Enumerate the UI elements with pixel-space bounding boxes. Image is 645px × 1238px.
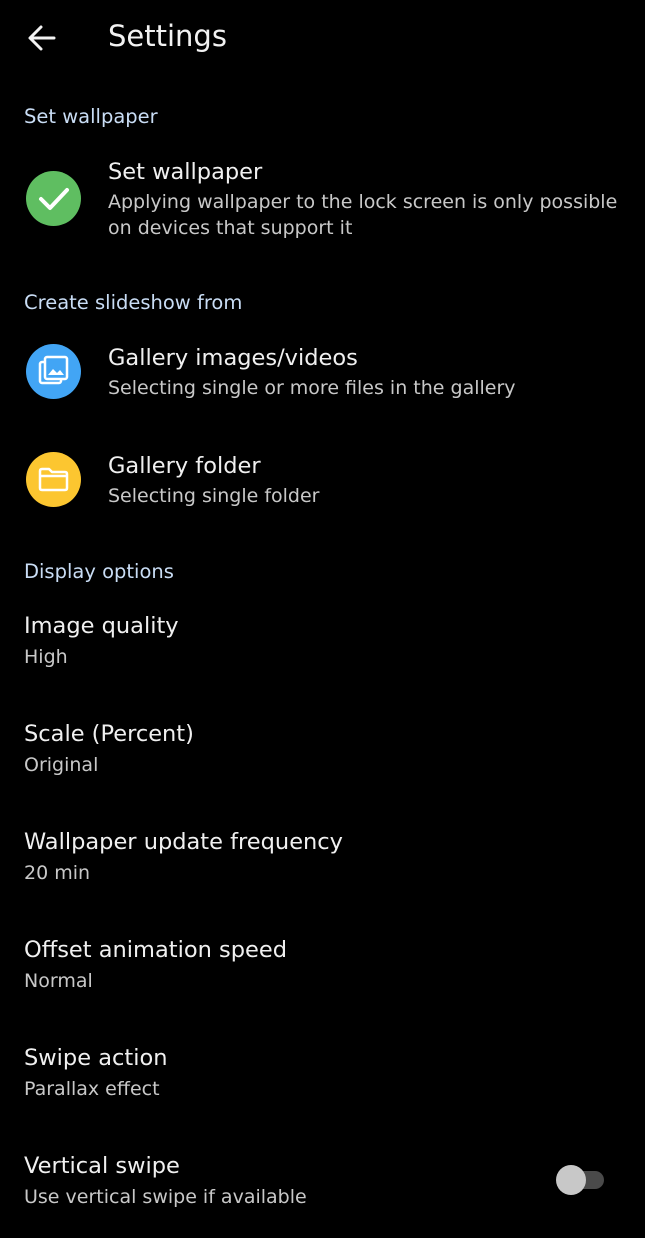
gallery-icon-circle: [26, 344, 81, 399]
scale-item[interactable]: Scale (Percent) Original: [0, 708, 645, 800]
gallery-folder-item[interactable]: Gallery folder Selecting single folder: [0, 438, 645, 522]
section-header-set-wallpaper: Set wallpaper: [24, 105, 158, 128]
update-frequency-item[interactable]: Wallpaper update frequency 20 min: [0, 816, 645, 908]
set-wallpaper-title: Set wallpaper: [108, 159, 263, 185]
scale-value: Original: [24, 754, 99, 776]
set-wallpaper-subtitle-line2: on devices that support it: [108, 217, 353, 239]
animation-speed-title: Offset animation speed: [24, 937, 287, 963]
gallery-folder-title: Gallery folder: [108, 453, 261, 479]
gallery-images-videos-title: Gallery images/videos: [108, 345, 358, 371]
update-frequency-title: Wallpaper update frequency: [24, 829, 343, 855]
vertical-swipe-title: Vertical swipe: [24, 1153, 180, 1179]
image-quality-item[interactable]: Image quality High: [0, 600, 645, 692]
gallery-images-videos-item[interactable]: Gallery images/videos Selecting single o…: [0, 330, 645, 414]
swipe-action-item[interactable]: Swipe action Parallax effect: [0, 1032, 645, 1124]
section-header-display-options: Display options: [24, 560, 174, 583]
back-button[interactable]: [22, 20, 62, 56]
set-wallpaper-subtitle-line1: Applying wallpaper to the lock screen is…: [108, 191, 618, 213]
vertical-swipe-item[interactable]: Vertical swipe Use vertical swipe if ava…: [0, 1140, 645, 1232]
check-icon-circle: [26, 171, 81, 226]
page-title: Settings: [108, 19, 227, 53]
arrow-left-icon: [28, 25, 56, 51]
image-quality-value: High: [24, 646, 68, 668]
swipe-action-title: Swipe action: [24, 1045, 168, 1071]
update-frequency-value: 20 min: [24, 862, 91, 884]
animation-speed-value: Normal: [24, 970, 93, 992]
gallery-icon: [38, 355, 69, 385]
swipe-action-value: Parallax effect: [24, 1078, 160, 1100]
set-wallpaper-item[interactable]: Set wallpaper Applying wallpaper to the …: [0, 150, 645, 254]
vertical-swipe-value: Use vertical swipe if available: [24, 1186, 307, 1208]
folder-icon: [38, 467, 69, 492]
check-icon: [39, 188, 69, 210]
gallery-images-videos-subtitle: Selecting single or more files in the ga…: [108, 377, 516, 399]
scale-title: Scale (Percent): [24, 721, 194, 747]
folder-icon-circle: [26, 452, 81, 507]
gallery-folder-subtitle: Selecting single folder: [108, 485, 320, 507]
animation-speed-item[interactable]: Offset animation speed Normal: [0, 924, 645, 1016]
image-quality-title: Image quality: [24, 613, 179, 639]
toggle-thumb: [556, 1165, 586, 1195]
section-header-slideshow: Create slideshow from: [24, 291, 243, 314]
app-bar: Settings: [0, 0, 645, 78]
vertical-swipe-toggle[interactable]: [555, 1164, 607, 1196]
